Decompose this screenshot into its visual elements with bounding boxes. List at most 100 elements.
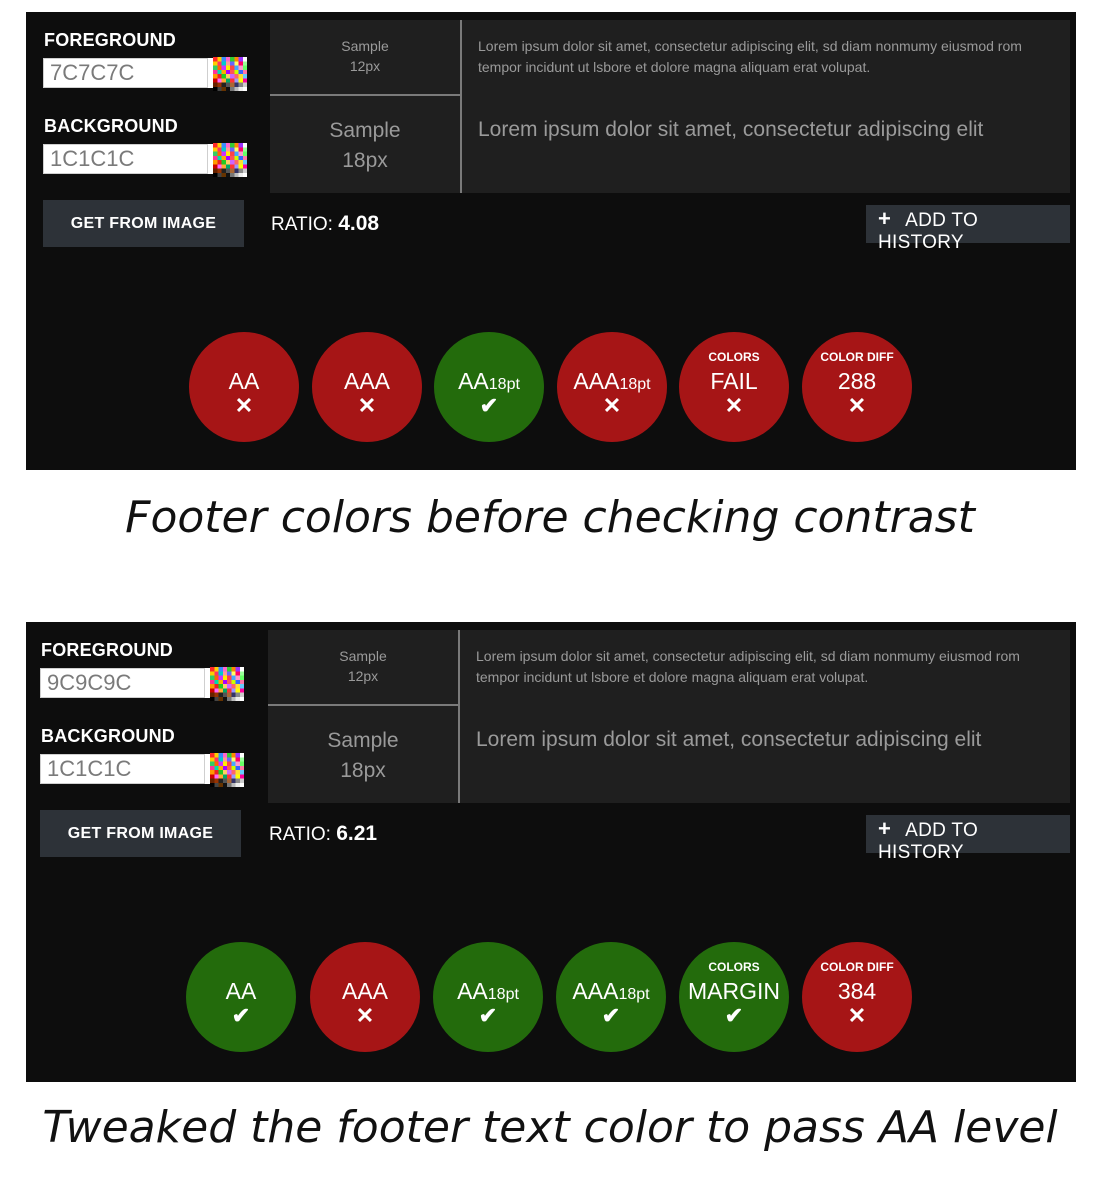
color-picker-icon[interactable]	[213, 57, 247, 91]
badge-aaa: AAA ✕	[310, 942, 420, 1052]
badge-colors: COLORS FAIL ✕	[679, 332, 789, 442]
badge-aa18-label: AA	[457, 978, 488, 1004]
contrast-ratio: RATIO: 4.08	[271, 212, 379, 236]
badge-aaa-label: AAA	[343, 368, 391, 394]
foreground-label: FOREGROUND	[41, 640, 173, 660]
sample-preview: Sample 12px Sample 18px Lorem ipsum dolo…	[270, 20, 1070, 193]
caption-after: Tweaked the footer text color to pass AA…	[42, 1102, 1058, 1153]
background-label: BACKGROUND	[41, 726, 175, 746]
badge-aa: AA ✕	[189, 332, 299, 442]
contrast-checker-panel-after: FOREGROUND BACKGROUND GET FROM IMAGE	[26, 622, 1076, 1082]
sample-12px: Sample 12px	[268, 630, 458, 706]
foreground-field	[40, 667, 244, 701]
badge-aa: AA ✔	[186, 942, 296, 1052]
badge-aaa18-label: AAA	[573, 368, 620, 394]
badge-colors-sub: COLORS	[708, 960, 760, 974]
checkmark-icon: ✔	[479, 393, 499, 418]
lorem-large-text: Lorem ipsum dolor sit amet, consectetur …	[478, 118, 984, 141]
sample-preview: Sample 12px Sample 18px Lorem ipsum dolo…	[268, 630, 1070, 803]
cross-icon: ✕	[847, 1003, 867, 1028]
plus-icon: +	[878, 816, 892, 841]
color-picker-icon[interactable]	[213, 143, 247, 177]
badge-color-diff: COLOR DIFF 288 ✕	[802, 332, 912, 442]
badge-colordiff-sub: COLOR DIFF	[820, 350, 894, 364]
color-picker-icon[interactable]	[210, 753, 244, 787]
contrast-ratio: RATIO: 6.21	[269, 822, 377, 846]
cross-icon: ✕	[355, 1003, 375, 1028]
sample-small-size: 12px	[349, 58, 381, 74]
sample-18px: Sample 18px	[268, 708, 458, 803]
sample-18px: Sample 18px	[270, 98, 460, 193]
ratio-label: RATIO:	[271, 214, 333, 235]
ratio-value: 6.21	[336, 822, 378, 845]
background-field	[40, 753, 244, 787]
background-hex-input[interactable]	[43, 144, 208, 174]
badge-aa18-suffix: 18pt	[487, 986, 519, 1003]
badge-aaa-18pt: AAA18pt ✔	[556, 942, 666, 1052]
badge-aaa18-suffix: 18pt	[619, 376, 651, 393]
foreground-label: FOREGROUND	[44, 30, 176, 50]
checkmark-icon: ✔	[478, 1003, 498, 1028]
add-to-history-button[interactable]: + ADD TO HISTORY	[866, 205, 1070, 253]
background-hex-input[interactable]	[40, 754, 205, 784]
badge-color-diff: COLOR DIFF 384 ✕	[802, 942, 912, 1052]
background-label: BACKGROUND	[44, 116, 178, 136]
ratio-label: RATIO:	[269, 824, 331, 845]
sample-large-label: Sample	[329, 119, 401, 142]
get-from-image-button[interactable]: GET FROM IMAGE	[43, 200, 244, 247]
sample-large-label: Sample	[327, 729, 399, 752]
color-picker-icon[interactable]	[210, 667, 244, 701]
cross-icon: ✕	[357, 393, 377, 418]
badge-aa-18pt: AA18pt ✔	[433, 942, 543, 1052]
add-to-history-button[interactable]: + ADD TO HISTORY	[866, 815, 1070, 863]
foreground-hex-input[interactable]	[43, 58, 208, 88]
caption-before: Footer colors before checking contrast	[125, 492, 975, 543]
badge-colors-sub: COLORS	[708, 350, 760, 364]
cross-icon: ✕	[724, 393, 744, 418]
foreground-field	[43, 57, 247, 91]
badge-aaa-label: AAA	[341, 978, 389, 1004]
checkmark-icon: ✔	[231, 1003, 251, 1028]
sample-large-size: 18px	[342, 149, 388, 172]
cross-icon: ✕	[847, 393, 867, 418]
badge-aa-18pt: AA18pt ✔	[434, 332, 544, 442]
lorem-small-text: Lorem ipsum dolor sit amet, consectetur …	[476, 648, 1020, 685]
badge-colors-label: MARGIN	[688, 978, 780, 1004]
divider	[458, 630, 460, 803]
sample-small-size: 12px	[347, 668, 379, 684]
cross-icon: ✕	[234, 393, 254, 418]
add-to-history-label: ADD TO HISTORY	[878, 210, 979, 253]
badge-colordiff-sub: COLOR DIFF	[820, 960, 894, 974]
checkmark-icon: ✔	[601, 1003, 621, 1028]
sample-small-label: Sample	[341, 38, 389, 54]
lorem-large-text: Lorem ipsum dolor sit amet, consectetur …	[476, 728, 982, 751]
badge-colordiff-value: 288	[837, 368, 877, 394]
background-field	[43, 143, 247, 177]
foreground-hex-input[interactable]	[40, 668, 205, 698]
cross-icon: ✕	[602, 393, 622, 418]
badge-aaa-18pt: AAA18pt ✕	[557, 332, 667, 442]
ratio-value: 4.08	[338, 212, 380, 235]
add-to-history-label: ADD TO HISTORY	[878, 820, 979, 863]
badge-colors-label: FAIL	[710, 368, 758, 394]
badge-colors: COLORS MARGIN ✔	[679, 942, 789, 1052]
badge-aaa18-suffix: 18pt	[618, 986, 650, 1003]
sample-small-label: Sample	[339, 648, 387, 664]
badge-aa-label: AA	[228, 368, 260, 394]
sample-large-size: 18px	[340, 759, 386, 782]
badge-colordiff-value: 384	[837, 978, 877, 1004]
plus-icon: +	[878, 206, 892, 231]
get-from-image-button[interactable]: GET FROM IMAGE	[40, 810, 241, 857]
checkmark-icon: ✔	[724, 1003, 744, 1028]
lorem-small-text: Lorem ipsum dolor sit amet, consectetur …	[478, 38, 1022, 75]
badge-aaa18-label: AAA	[572, 978, 619, 1004]
divider	[460, 20, 462, 193]
compliance-badges: AA ✕ AAA ✕ AA18pt ✔ AAA18pt ✕ COLORS FAI…	[26, 332, 1076, 442]
sample-12px: Sample 12px	[270, 20, 460, 96]
badge-aa18-label: AA	[458, 368, 489, 394]
badge-aaa: AAA ✕	[312, 332, 422, 442]
badge-aa18-suffix: 18pt	[488, 376, 520, 393]
contrast-checker-panel-before: FOREGROUND BACKGROUND GET FROM IMAGE	[26, 12, 1076, 470]
compliance-badges: AA ✔ AAA ✕ AA18pt ✔ AAA18pt ✔ COLORS MAR…	[26, 942, 1076, 1052]
badge-aa-label: AA	[225, 978, 257, 1004]
